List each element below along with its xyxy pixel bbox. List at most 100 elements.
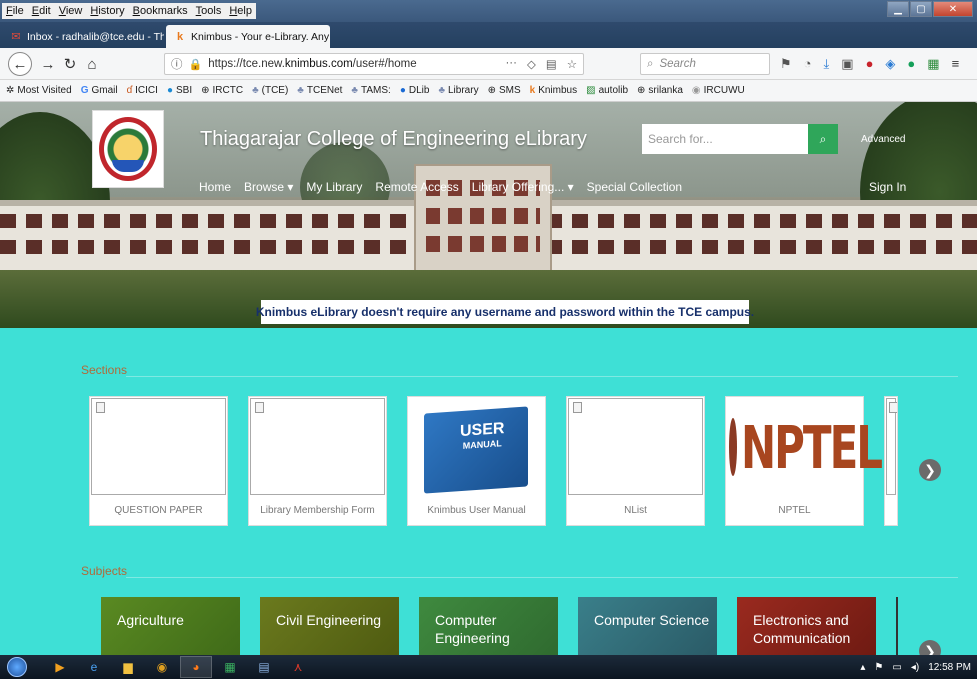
bookmark-dlib[interactable]: ● DLib: [400, 85, 430, 96]
search-bar[interactable]: ⌕ Search: [640, 53, 770, 75]
start-button[interactable]: [0, 655, 34, 679]
site-search-input[interactable]: Search for...: [642, 124, 808, 154]
menu-help[interactable]: Help: [229, 5, 252, 17]
sbi-icon: ●: [166, 85, 173, 96]
nav-remote-access[interactable]: Remote Access: [375, 180, 458, 194]
caret-down-icon: ▾: [287, 180, 294, 194]
nav-my-library[interactable]: My Library: [306, 180, 362, 194]
bookmark-sms[interactable]: ⊕ SMS: [488, 85, 521, 96]
bookmark-ircuwu[interactable]: ◉ IRCUWU: [692, 85, 745, 96]
subject-partial[interactable]: [896, 597, 898, 655]
nav-home[interactable]: Home: [199, 180, 231, 194]
bookmark-tcenet[interactable]: ♣ TCENet: [297, 85, 342, 96]
site-icon: ♣: [297, 85, 304, 96]
nav-library-offering[interactable]: Library Offering... ▾: [472, 180, 574, 194]
close-window-button[interactable]: ✕: [933, 1, 973, 17]
page-content: Thiagarajar College of Engineering eLibr…: [0, 102, 977, 655]
tab-close-icon[interactable]: X: [329, 30, 330, 44]
nav-bar: ← → ↻ ⌂ ⓘ 🔒 https://tce.new.knimbus.com/…: [0, 48, 977, 80]
reload-button[interactable]: ↻: [60, 54, 80, 74]
subjects-next-button[interactable]: ❯: [919, 640, 941, 655]
bookmark-gmail[interactable]: G Gmail: [81, 85, 118, 96]
tab-strip: ✉ Inbox - radhalib@tce.edu - Thi X k Kni…: [0, 22, 977, 64]
forward-button[interactable]: →: [38, 54, 58, 74]
menu-history[interactable]: History: [90, 5, 124, 17]
subject-civil-engineering[interactable]: Civil Engineering: [260, 597, 399, 655]
menu-tools[interactable]: Tools: [196, 5, 222, 17]
app-icon[interactable]: ▤: [248, 656, 280, 678]
download-icon[interactable]: ⤓: [824, 56, 830, 72]
sidebar-icon[interactable]: ▣: [841, 56, 853, 72]
nav-browse[interactable]: Browse ▾: [244, 180, 293, 194]
menu-view[interactable]: View: [59, 5, 83, 17]
site-search-button[interactable]: ⌕: [808, 124, 838, 154]
bookmark-sbi[interactable]: ● SBI: [167, 85, 192, 96]
section-card-membership-form[interactable]: Library Membership Form: [248, 396, 387, 526]
windows-icon: [7, 657, 27, 677]
globe-icon: ⊕: [637, 85, 646, 96]
bookmark-tce[interactable]: ♣ (TCE): [252, 85, 288, 96]
site-icon: ◉: [691, 85, 701, 96]
bookmark-tams[interactable]: ♣ TAMS:: [351, 85, 390, 96]
sync-icon[interactable]: ◔: [804, 56, 812, 72]
acrobat-icon[interactable]: ⋏: [282, 656, 314, 678]
volume-icon[interactable]: ◂): [911, 662, 919, 673]
info-icon[interactable]: ⓘ: [171, 56, 183, 72]
nav-special-collection[interactable]: Special Collection: [587, 180, 682, 194]
home-button[interactable]: ⌂: [82, 54, 102, 74]
nptel-logo: NPTEL: [729, 404, 883, 490]
section-card-question-paper[interactable]: QUESTION PAPER: [89, 396, 228, 526]
subject-agriculture[interactable]: Agriculture: [101, 597, 240, 655]
subjects-carousel: Agriculture Civil Engineering Computer E…: [101, 597, 898, 655]
chrome-icon[interactable]: ◉: [146, 656, 178, 678]
flag-icon[interactable]: ⚑: [874, 662, 883, 673]
minimize-button[interactable]: ▁: [887, 1, 909, 17]
bookmark-star-icon[interactable]: ☆: [567, 57, 577, 71]
subject-electronics-communication[interactable]: Electronics and Communication: [737, 597, 876, 655]
maximize-button[interactable]: ▢: [910, 1, 932, 17]
menu-icon[interactable]: ≡: [952, 56, 960, 72]
tab-gmail[interactable]: ✉ Inbox - radhalib@tce.edu - Thi X: [2, 25, 164, 48]
menu-file[interactable]: File: [6, 5, 24, 17]
clock[interactable]: 12:58 PM: [928, 662, 971, 673]
media-player-icon[interactable]: ▶: [44, 656, 76, 678]
menu-edit[interactable]: Edit: [32, 5, 51, 17]
college-logo[interactable]: [92, 110, 164, 188]
back-button[interactable]: ←: [8, 52, 32, 76]
pinterest-icon[interactable]: ●: [866, 56, 874, 72]
page-actions-icon[interactable]: ···: [505, 57, 517, 71]
subject-computer-engineering[interactable]: Computer Engineering: [419, 597, 558, 655]
section-card-nlist[interactable]: NList: [566, 396, 705, 526]
internet-explorer-icon[interactable]: e: [78, 656, 110, 678]
sections-next-button[interactable]: ❯: [919, 459, 941, 481]
network-icon[interactable]: ▭: [892, 662, 901, 673]
subject-computer-science[interactable]: Computer Science: [578, 597, 717, 655]
bookmark-icici[interactable]: ɗ ICICI: [127, 85, 158, 96]
extension-icon[interactable]: ◈: [885, 56, 895, 72]
sign-in-link[interactable]: Sign In: [869, 180, 906, 194]
section-card-partial[interactable]: [884, 396, 898, 526]
bookmark-knimbus[interactable]: k Knimbus: [530, 85, 577, 96]
reader-view-icon[interactable]: ▤: [546, 57, 557, 71]
advanced-search-link[interactable]: Advanced: [861, 134, 905, 145]
url-bar[interactable]: ⓘ 🔒 https://tce.new.knimbus.com/user#/ho…: [164, 53, 584, 75]
bookmark-srilanka[interactable]: ⊕ srilanka: [637, 85, 683, 96]
pocket-icon[interactable]: ◇: [527, 57, 536, 71]
bookmark-most-visited[interactable]: ✲ Most Visited: [6, 85, 72, 96]
bookmark-autolib[interactable]: ▨ autolib: [586, 85, 628, 96]
firefox-icon[interactable]: ◕: [180, 656, 212, 678]
bookmark-library[interactable]: ♣ Library: [438, 85, 478, 96]
tab-knimbus[interactable]: k Knimbus - Your e-Library. Any X: [166, 25, 330, 48]
section-card-nptel[interactable]: NPTEL NPTEL: [725, 396, 883, 526]
grammarly-icon[interactable]: ●: [907, 56, 915, 72]
icici-icon: ɗ: [126, 85, 133, 96]
gmail-icon: ✉: [11, 31, 21, 43]
library-icon[interactable]: ⚑: [780, 56, 792, 72]
excel-icon[interactable]: ▦: [214, 656, 246, 678]
extension2-icon[interactable]: ▦: [927, 56, 939, 72]
section-card-user-manual[interactable]: USER MANUAL Knimbus User Manual: [407, 396, 546, 526]
menu-bookmarks[interactable]: Bookmarks: [133, 5, 188, 17]
bookmark-irctc[interactable]: ⊕ IRCTC: [201, 85, 243, 96]
file-explorer-icon[interactable]: ▆: [112, 656, 144, 678]
show-hidden-icons-icon[interactable]: ▴: [860, 662, 865, 673]
